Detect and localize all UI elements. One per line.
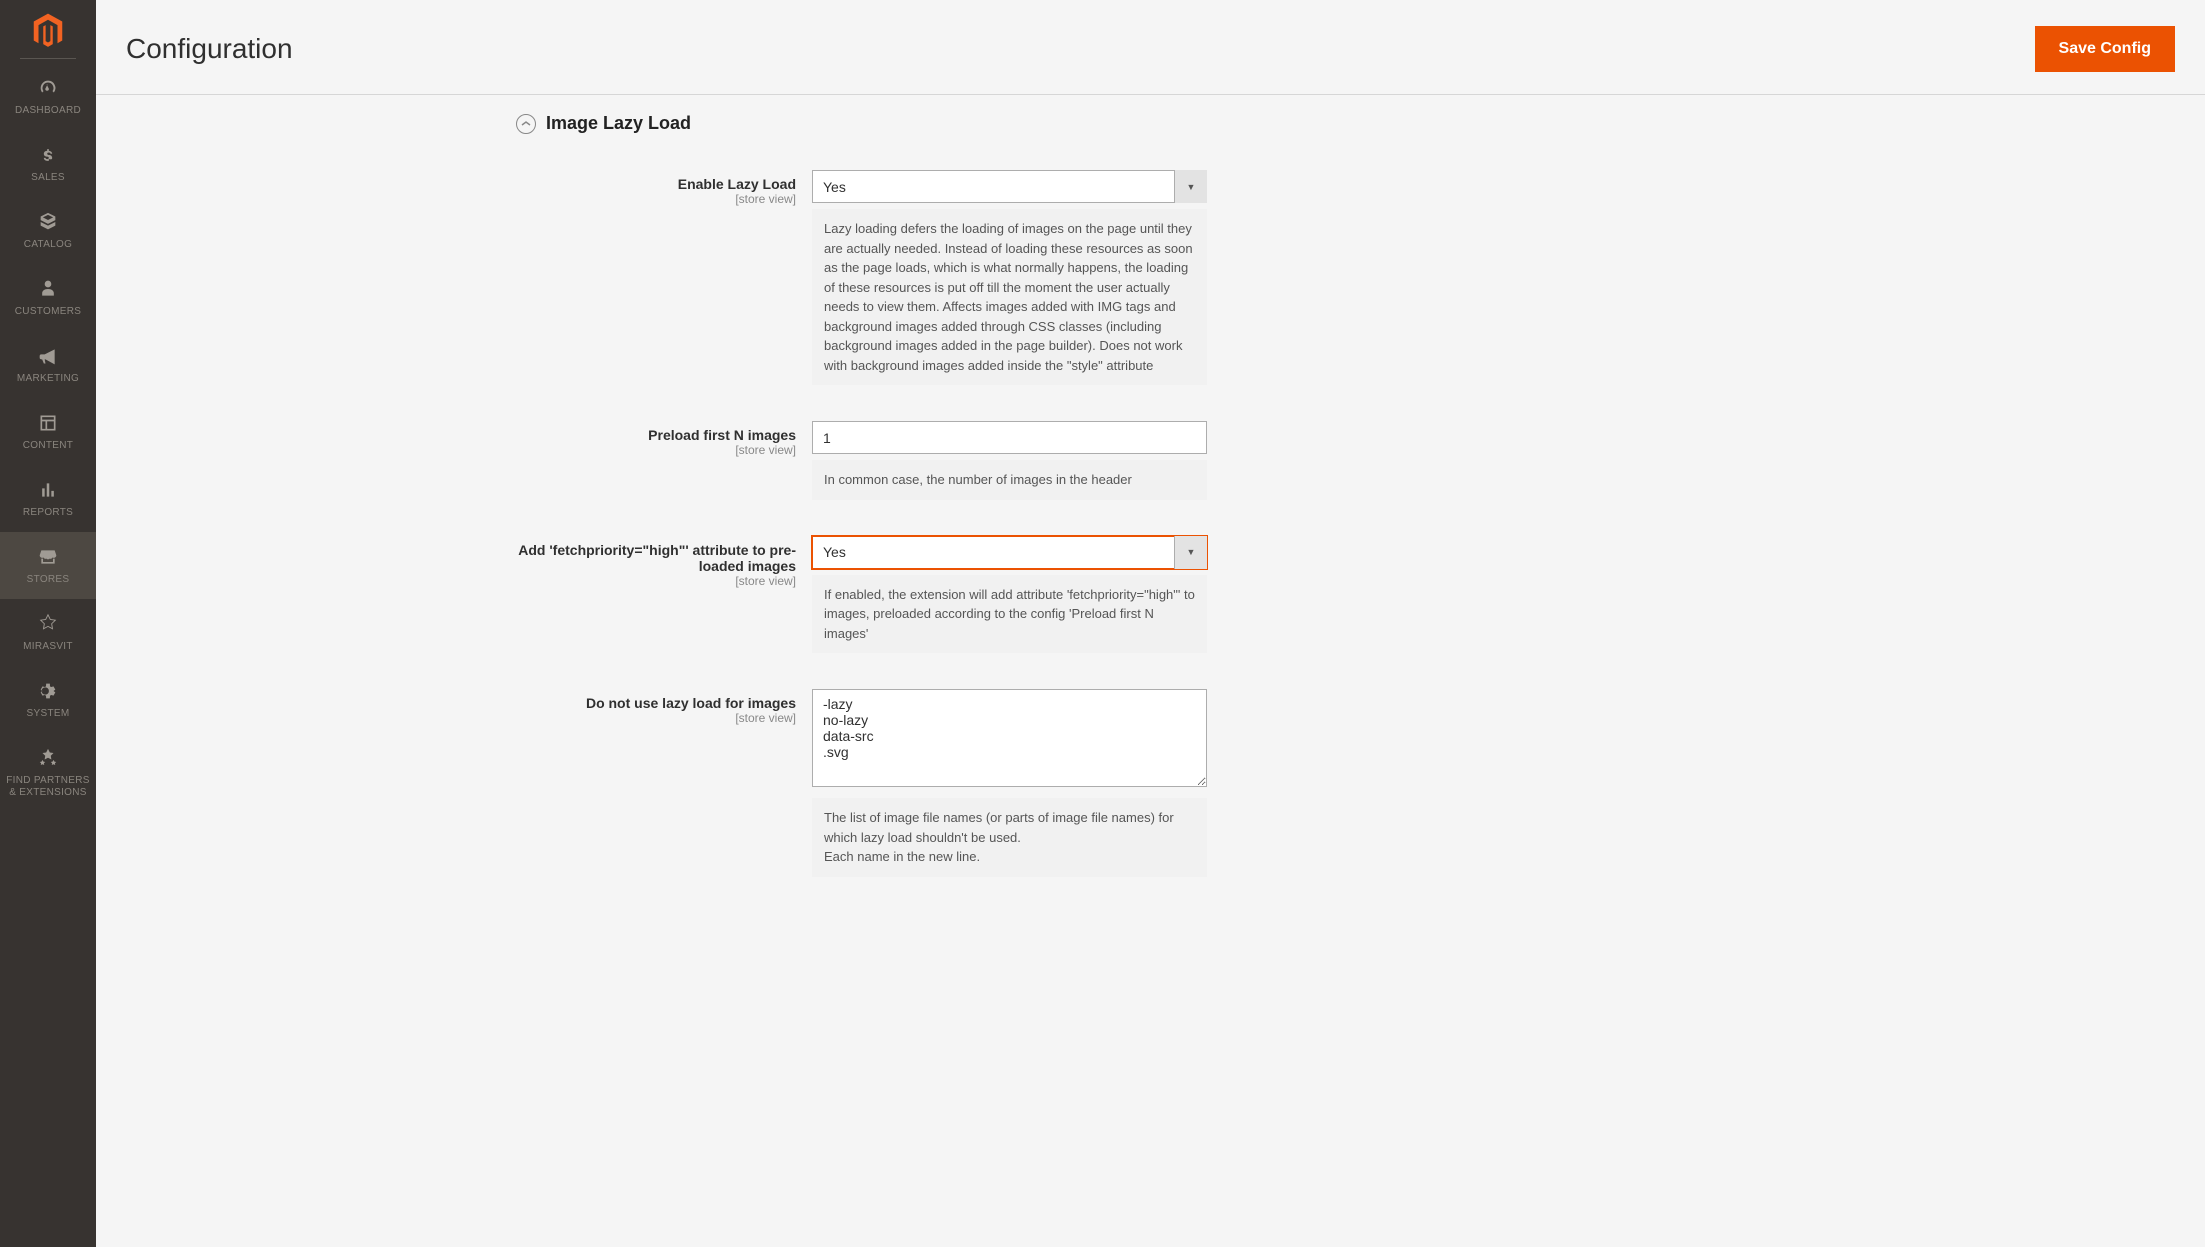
field-scope: [store view] [516,443,796,457]
magento-logo[interactable] [29,12,67,50]
field-scope: [store view] [516,711,796,725]
field-input-col: ▼ Lazy loading defers the loading of ima… [812,170,1207,385]
sidebar: DASHBOARD SALES CATALOG CUSTOMERS MARKET… [0,0,96,1247]
preload-count-input[interactable] [812,421,1207,454]
stores-icon [36,545,60,569]
field-label: Do not use lazy load for images [516,695,796,711]
field-input-col: The list of image file names (or parts o… [812,689,1207,877]
field-scope: [store view] [516,574,796,588]
sidebar-divider [20,58,76,59]
sidebar-item-mirasvit[interactable]: MIRASVIT [0,599,96,666]
page-title: Configuration [126,33,293,65]
dashboard-icon [36,76,60,100]
sidebar-item-dashboard[interactable]: DASHBOARD [0,63,96,130]
field-label-col: Add 'fetchpriority="high"' attribute to … [516,536,812,654]
nav-label: MARKETING [13,373,83,385]
sidebar-item-marketing[interactable]: MARKETING [0,331,96,398]
exclude-images-textarea[interactable] [812,689,1207,787]
select-fetchpriority[interactable]: ▼ [812,536,1207,569]
sidebar-item-reports[interactable]: REPORTS [0,465,96,532]
partners-icon [36,746,60,770]
save-config-button[interactable]: Save Config [2035,26,2175,72]
reports-icon [36,478,60,502]
nav-label: CUSTOMERS [11,306,85,318]
sidebar-item-customers[interactable]: CUSTOMERS [0,264,96,331]
marketing-icon [36,344,60,368]
nav-label: REPORTS [19,507,77,519]
nav-label: MIRASVIT [19,641,77,653]
sidebar-item-sales[interactable]: SALES [0,130,96,197]
sidebar-item-system[interactable]: SYSTEM [0,666,96,733]
field-scope: [store view] [516,192,796,206]
field-input-col: ▼ If enabled, the extension will add att… [812,536,1207,654]
nav-label: DASHBOARD [11,105,85,117]
field-fetchpriority: Add 'fetchpriority="high"' attribute to … [516,536,1276,654]
field-input-col: In common case, the number of images in … [812,421,1207,500]
field-note: In common case, the number of images in … [812,460,1207,500]
nav-label: SYSTEM [23,708,74,720]
config-content: Image Lazy Load Enable Lazy Load [store … [96,95,2205,931]
collapse-icon [516,114,536,134]
nav-label: CATALOG [20,239,76,251]
sidebar-item-catalog[interactable]: CATALOG [0,197,96,264]
section-title: Image Lazy Load [546,113,691,134]
dollar-icon [36,143,60,167]
field-label: Enable Lazy Load [516,176,796,192]
section-header-toggle[interactable]: Image Lazy Load [516,113,1276,134]
config-section: Image Lazy Load Enable Lazy Load [store … [516,113,1276,913]
select-input[interactable] [812,536,1207,569]
catalog-icon [36,210,60,234]
field-preload-n-images: Preload first N images [store view] In c… [516,421,1276,500]
field-label-col: Enable Lazy Load [store view] [516,170,812,385]
field-note: The list of image file names (or parts o… [812,798,1207,877]
main-content: Configuration Save Config Image Lazy Loa… [96,0,2205,1247]
field-exclude-images: Do not use lazy load for images [store v… [516,689,1276,877]
customers-icon [36,277,60,301]
sidebar-item-content[interactable]: CONTENT [0,398,96,465]
select-input[interactable] [812,170,1207,203]
field-note: If enabled, the extension will add attri… [812,575,1207,654]
nav-label: STORES [23,574,74,586]
nav-label: FIND PARTNERS & EXTENSIONS [0,775,96,799]
field-label-col: Do not use lazy load for images [store v… [516,689,812,877]
gear-icon [36,679,60,703]
nav-label: CONTENT [19,440,77,452]
field-label-col: Preload first N images [store view] [516,421,812,500]
field-note: Lazy loading defers the loading of image… [812,209,1207,385]
field-enable-lazy-load: Enable Lazy Load [store view] ▼ Lazy loa… [516,170,1276,385]
nav-label: SALES [27,172,69,184]
field-label: Preload first N images [516,427,796,443]
select-enable-lazy-load[interactable]: ▼ [812,170,1207,203]
mirasvit-icon [36,612,60,636]
sidebar-item-partners[interactable]: FIND PARTNERS & EXTENSIONS [0,733,96,812]
sidebar-item-stores[interactable]: STORES [0,532,96,599]
content-icon [36,411,60,435]
field-label: Add 'fetchpriority="high"' attribute to … [516,542,796,574]
page-header: Configuration Save Config [96,0,2205,95]
